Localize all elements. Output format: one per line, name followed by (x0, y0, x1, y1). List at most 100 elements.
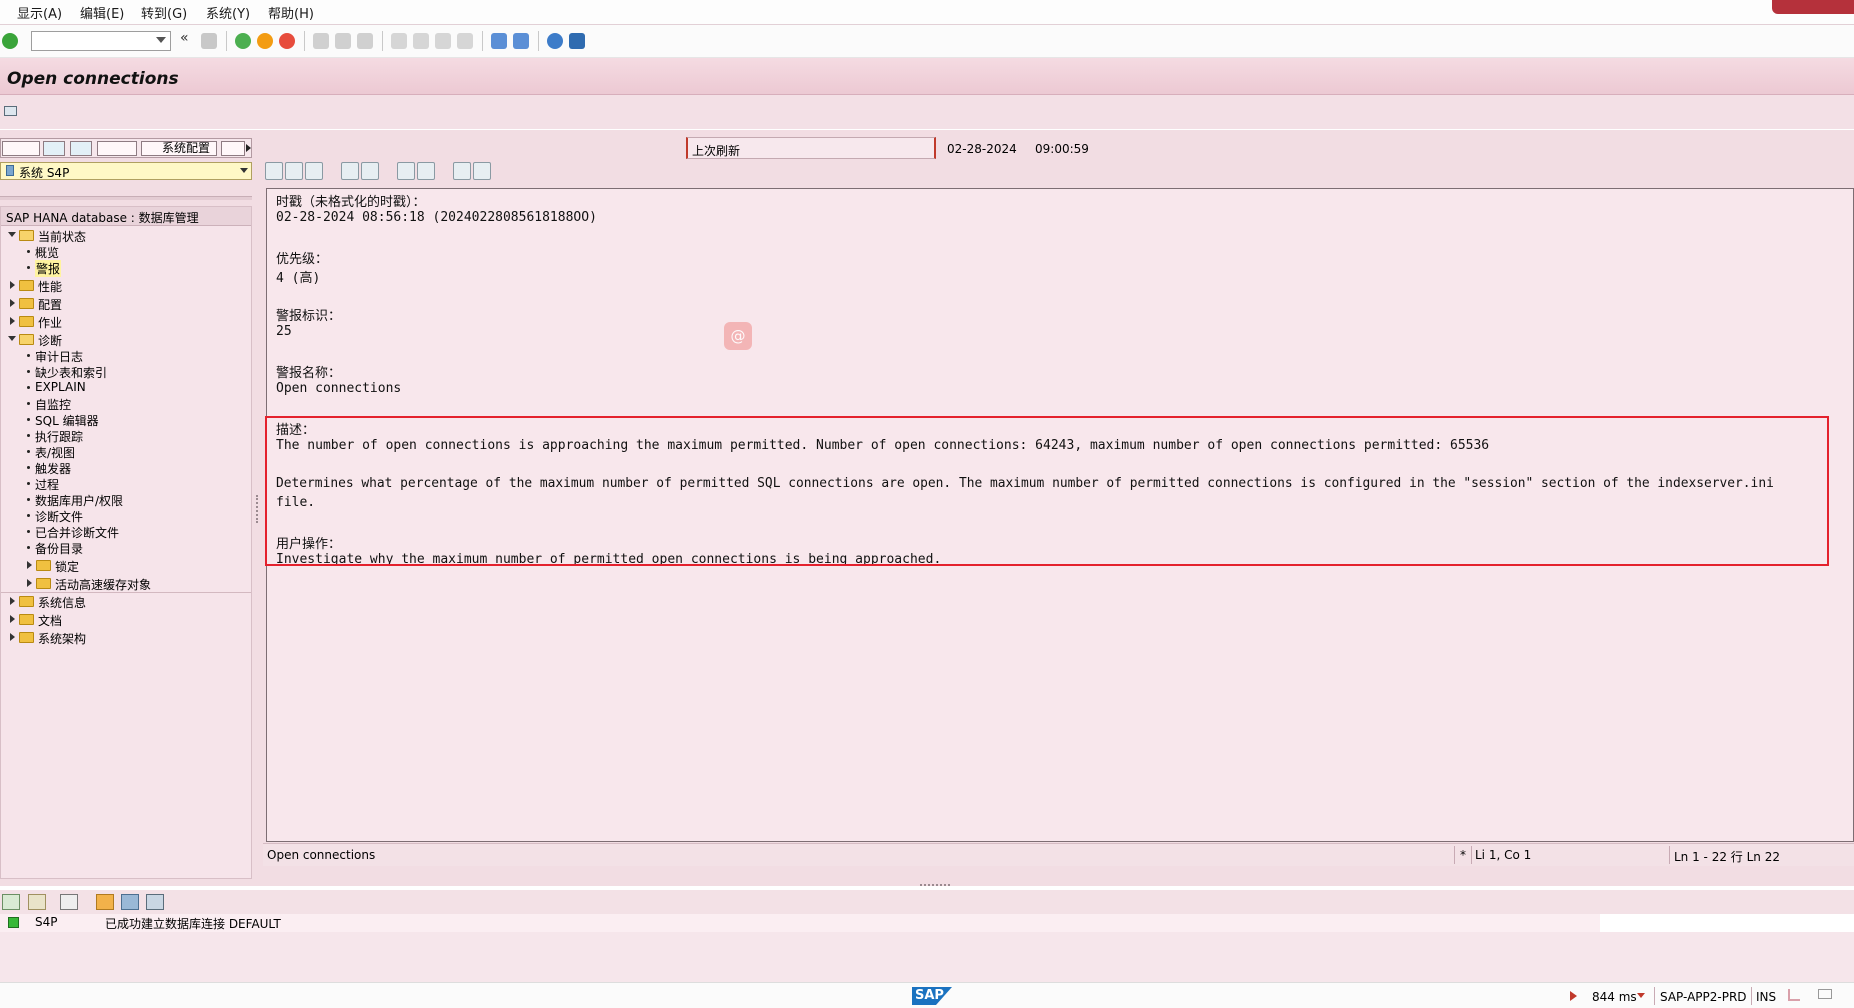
expand-all-icon[interactable] (43, 141, 65, 156)
folder-icon (19, 614, 34, 625)
print-icon[interactable] (313, 33, 329, 49)
layout-select-button[interactable] (2, 141, 40, 156)
status-expand-icon[interactable] (1570, 991, 1577, 1001)
tree-node-jobs[interactable]: 作业 (38, 314, 62, 331)
tree-node-alerts[interactable]: 警报 (35, 260, 62, 277)
redo-icon[interactable] (361, 162, 379, 180)
tree-node-documents[interactable]: 文档 (38, 612, 62, 629)
dropdown-arrow-icon[interactable] (240, 168, 248, 173)
undo-icon[interactable] (341, 162, 359, 180)
tree-node-db-users[interactable]: 数据库用户/权限 (35, 492, 123, 509)
collapsed-triangle-icon[interactable] (10, 597, 15, 605)
message-list-icon[interactable] (28, 894, 46, 910)
window-controls[interactable] (1772, 0, 1854, 14)
menu-edit[interactable]: 编辑(E) (80, 3, 124, 22)
collapsed-triangle-icon[interactable] (27, 579, 32, 587)
cut-icon[interactable] (265, 162, 283, 180)
message-view-icon[interactable] (60, 894, 78, 910)
collapsed-triangle-icon[interactable] (10, 317, 15, 325)
system-config-button[interactable]: 系统配置 (141, 141, 217, 156)
collapse-icon[interactable]: « (180, 30, 196, 46)
system-selector[interactable]: 系统 S4P (0, 162, 252, 180)
editor-status-name: Open connections (267, 848, 376, 862)
message-row[interactable]: S4P 已成功建立数据库连接 DEFAULT (0, 914, 1600, 933)
insert-mode[interactable]: INS (1756, 990, 1776, 1004)
bullet-icon (27, 266, 30, 269)
back-icon[interactable] (235, 33, 251, 49)
copy-icon[interactable] (285, 162, 303, 180)
collapsed-triangle-icon[interactable] (10, 633, 15, 641)
find-icon[interactable] (397, 162, 415, 180)
customize-layout-icon[interactable] (569, 33, 585, 49)
dropdown-arrow-icon[interactable] (1637, 993, 1645, 998)
tree-node-active-cache[interactable]: 活动高速缓存对象 (55, 576, 151, 593)
menu-help[interactable]: 帮助(H) (268, 3, 314, 22)
shortcut-icon[interactable] (513, 33, 529, 49)
cancel-icon[interactable] (279, 33, 295, 49)
watermark-icon: @ (724, 322, 752, 350)
menu-goto[interactable]: 转到(G) (141, 3, 187, 22)
previous-page-icon[interactable] (413, 33, 429, 49)
download-icon[interactable] (473, 162, 491, 180)
tree-node-system-landscape[interactable]: 系统架构 (38, 630, 86, 647)
last-page-icon[interactable] (457, 33, 473, 49)
tree-node-exec-trace[interactable]: 执行跟踪 (35, 428, 83, 445)
paste-icon[interactable] (305, 162, 323, 180)
panel-splitter[interactable] (256, 495, 261, 523)
tree-node-diag-files[interactable]: 诊断文件 (35, 508, 83, 525)
tree-node-triggers[interactable]: 触发器 (35, 460, 71, 477)
new-session-icon[interactable] (491, 33, 507, 49)
tree-node-procedures[interactable]: 过程 (35, 476, 59, 493)
collapsed-triangle-icon[interactable] (10, 615, 15, 623)
bullet-icon (27, 466, 30, 469)
tree-node-backup-catalog[interactable]: 备份目录 (35, 540, 83, 557)
settings-button[interactable] (97, 141, 137, 156)
tree-node-configuration[interactable]: 配置 (38, 296, 62, 313)
chevron-down-icon[interactable] (156, 37, 166, 43)
tree-node-diagnosis[interactable]: 诊断 (38, 332, 62, 349)
collapse-all-icon[interactable] (70, 141, 92, 156)
layout-icon[interactable] (4, 106, 17, 116)
tree-node-explain[interactable]: EXPLAIN (35, 380, 86, 394)
tree-node-audit-log[interactable]: 审计日志 (35, 348, 83, 365)
collapsed-triangle-icon[interactable] (10, 299, 15, 307)
editor-line: Open connections (276, 381, 402, 396)
collapsed-triangle-icon[interactable] (27, 561, 32, 569)
expanded-triangle-icon[interactable] (8, 336, 16, 341)
message-export-icon[interactable] (96, 894, 114, 910)
tree-node-sql-editor[interactable]: SQL 编辑器 (35, 412, 99, 429)
tree-node-tables-views[interactable]: 表/视图 (35, 444, 75, 461)
collapsed-triangle-icon[interactable] (10, 281, 15, 289)
tree-node-locks[interactable]: 锁定 (55, 558, 79, 575)
tree-node-overview[interactable]: 概览 (35, 244, 59, 261)
tree-node-missing-tables[interactable]: 缺少表和索引 (35, 364, 107, 381)
print-icon[interactable] (146, 894, 164, 910)
tree-node-self-monitor[interactable]: 自监控 (35, 396, 71, 413)
exit-icon[interactable] (257, 33, 273, 49)
tree-node-current-status[interactable]: 当前状态 (38, 228, 86, 245)
bullet-icon (27, 482, 30, 485)
next-page-icon[interactable] (435, 33, 451, 49)
replace-icon[interactable] (417, 162, 435, 180)
pin-button[interactable] (221, 141, 245, 156)
message-detail-icon[interactable] (2, 894, 20, 910)
tree-node-system-info[interactable]: 系统信息 (38, 594, 86, 611)
enter-icon[interactable] (2, 33, 18, 49)
find-next-icon[interactable] (357, 33, 373, 49)
bullet-icon (27, 434, 30, 437)
title-bar: Open connections (0, 58, 1854, 95)
arrow-right-icon[interactable] (246, 144, 251, 152)
menu-system[interactable]: 系统(Y) (206, 3, 250, 22)
tree-node-performance[interactable]: 性能 (38, 278, 62, 295)
tree-node-merged-diag[interactable]: 已合并诊断文件 (35, 524, 119, 541)
first-page-icon[interactable] (391, 33, 407, 49)
save-icon[interactable] (201, 33, 217, 49)
help-icon[interactable] (547, 33, 563, 49)
delete-icon[interactable] (121, 894, 139, 910)
upload-icon[interactable] (453, 162, 471, 180)
expanded-triangle-icon[interactable] (8, 232, 16, 237)
status-separator (1654, 987, 1655, 1005)
find-icon[interactable] (335, 33, 351, 49)
command-field[interactable] (31, 31, 171, 51)
menu-display[interactable]: 显示(A) (17, 3, 62, 22)
